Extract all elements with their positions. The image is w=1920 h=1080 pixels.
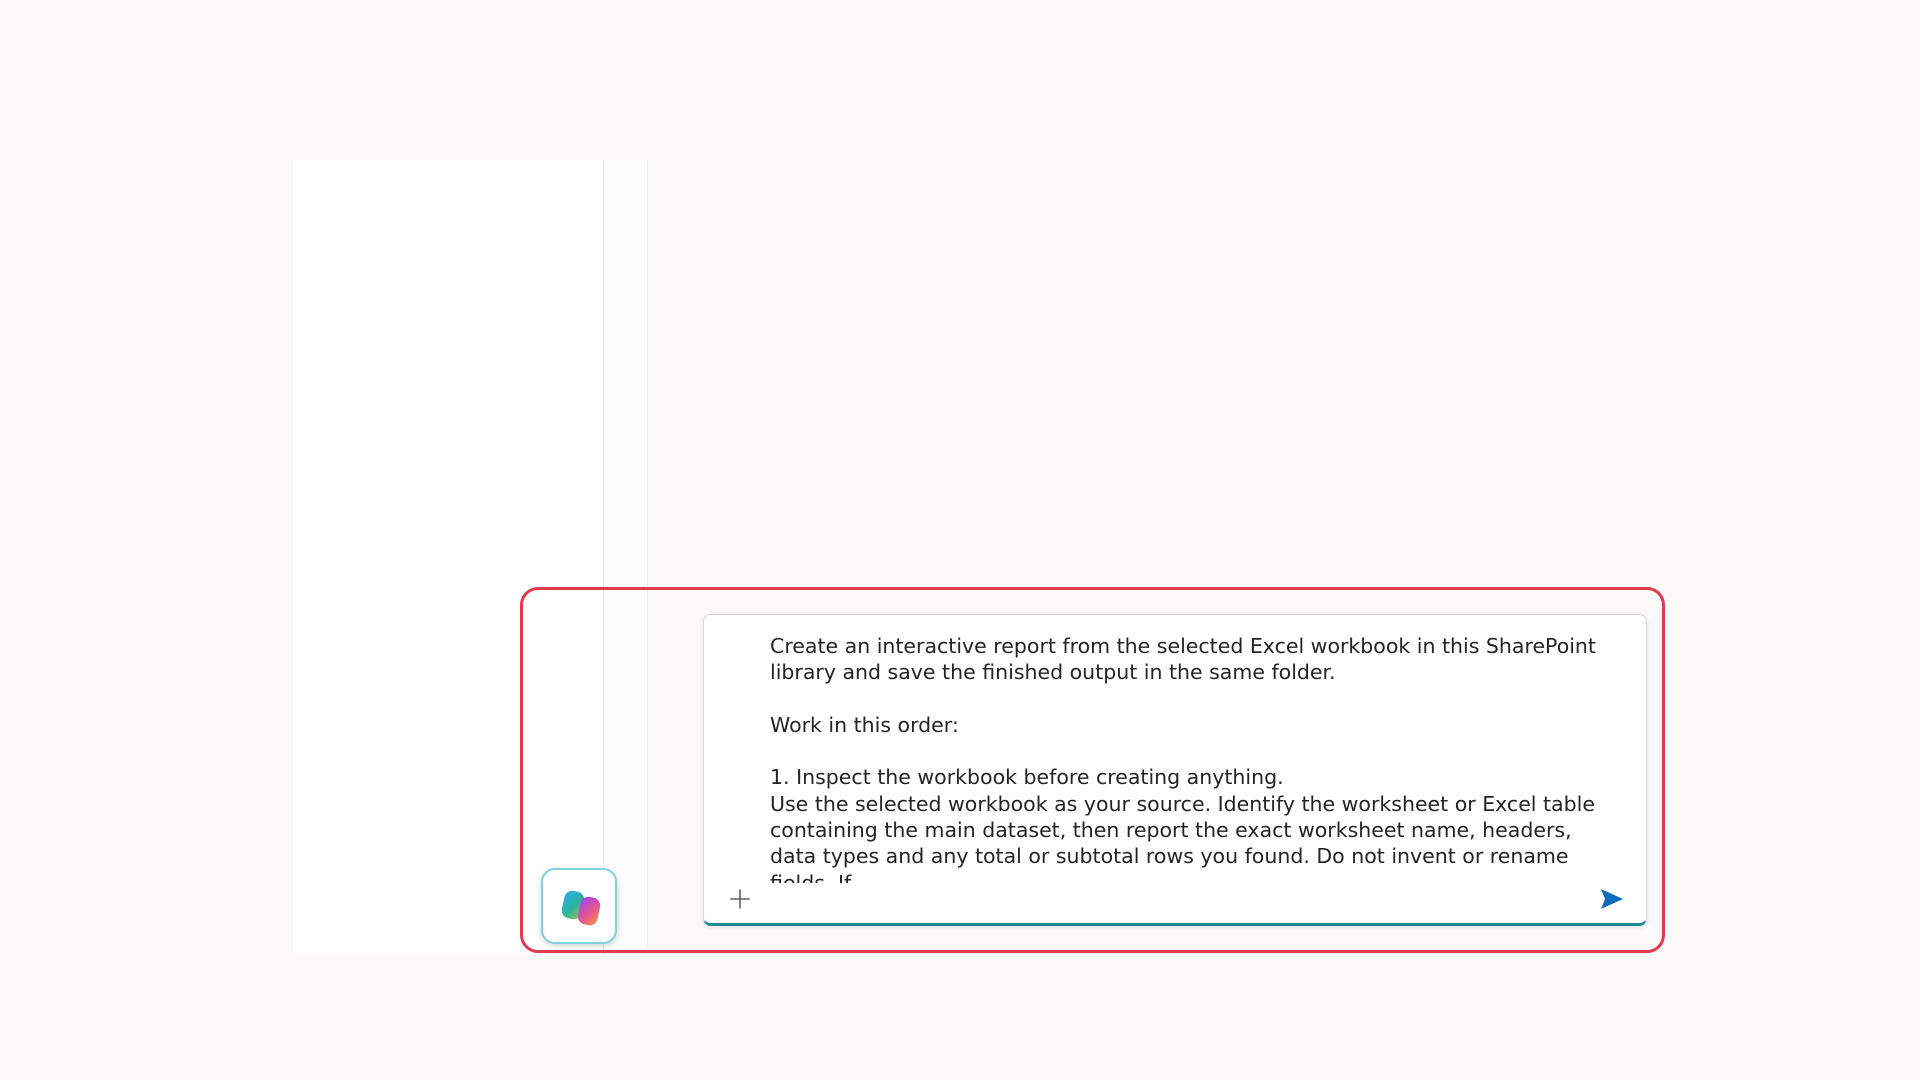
copilot-logo-icon xyxy=(561,890,601,926)
copilot-launcher-button[interactable] xyxy=(541,868,617,944)
plus-icon xyxy=(730,889,750,909)
panel-strip xyxy=(604,160,648,954)
send-icon xyxy=(1601,889,1623,909)
prompt-input[interactable]: Create an interactive report from the se… xyxy=(770,633,1620,883)
chat-composer[interactable]: Create an interactive report from the se… xyxy=(703,614,1647,926)
side-panel xyxy=(293,160,603,954)
send-button[interactable] xyxy=(1594,881,1630,917)
attach-button[interactable] xyxy=(724,883,756,915)
